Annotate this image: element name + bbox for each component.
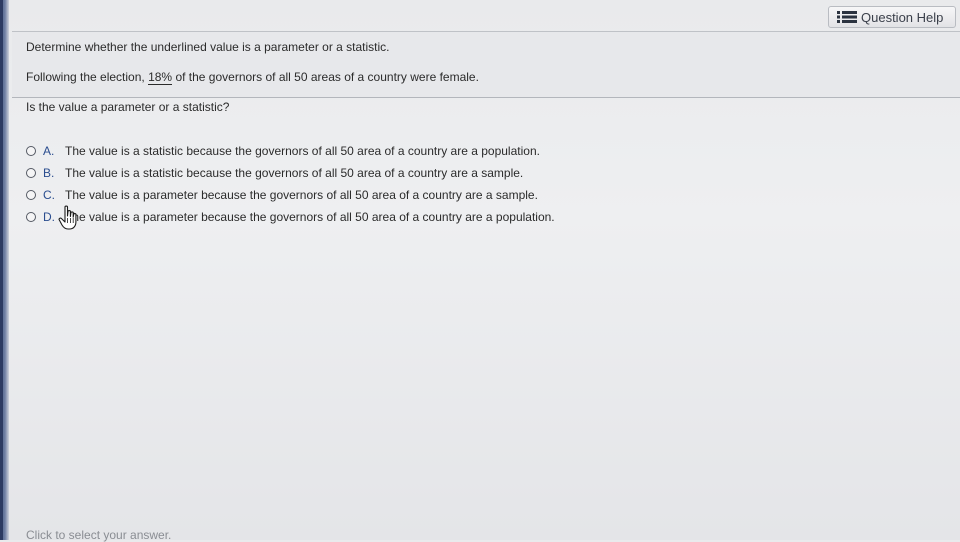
underlined-value: 18% — [148, 70, 173, 85]
choice-text-d: The value is a parameter because the gov… — [65, 210, 555, 224]
choice-letter-a: A. — [43, 144, 55, 158]
window-frame-border — [0, 0, 3, 540]
choice-text-b: The value is a statistic because the gov… — [65, 166, 524, 180]
radio-button-c[interactable] — [26, 190, 36, 200]
radio-button-d[interactable] — [26, 212, 36, 222]
problem-text-before: Following the election, — [26, 70, 149, 84]
radio-button-b[interactable] — [26, 168, 36, 178]
choice-letter-c: C. — [43, 188, 55, 202]
instruction-text: Determine whether the underlined value i… — [26, 40, 390, 54]
problem-statement: Following the election, 18% of the gover… — [26, 70, 479, 85]
list-icon — [837, 11, 857, 23]
question-help-label: Question Help — [861, 9, 944, 25]
choice-text-c: The value is a parameter because the gov… — [65, 188, 538, 202]
choice-text-a: The value is a statistic because the gov… — [65, 144, 540, 158]
answer-choices: A. The value is a statistic because the … — [26, 140, 555, 228]
question-divider — [12, 97, 960, 98]
choice-a[interactable]: A. The value is a statistic because the … — [26, 140, 555, 162]
question-text: Is the value a parameter or a statistic? — [26, 100, 230, 114]
radio-button-a[interactable] — [26, 146, 36, 156]
choice-d[interactable]: D. The value is a parameter because the … — [26, 206, 555, 228]
choice-letter-b: B. — [43, 166, 55, 180]
choice-b[interactable]: B. The value is a statistic because the … — [26, 162, 555, 184]
question-help-button[interactable]: Question Help — [828, 6, 956, 28]
problem-text-after: of the governors of all 50 areas of a co… — [172, 70, 479, 84]
hand-pointer-cursor-icon — [58, 205, 77, 230]
choice-c[interactable]: C. The value is a parameter because the … — [26, 184, 555, 206]
